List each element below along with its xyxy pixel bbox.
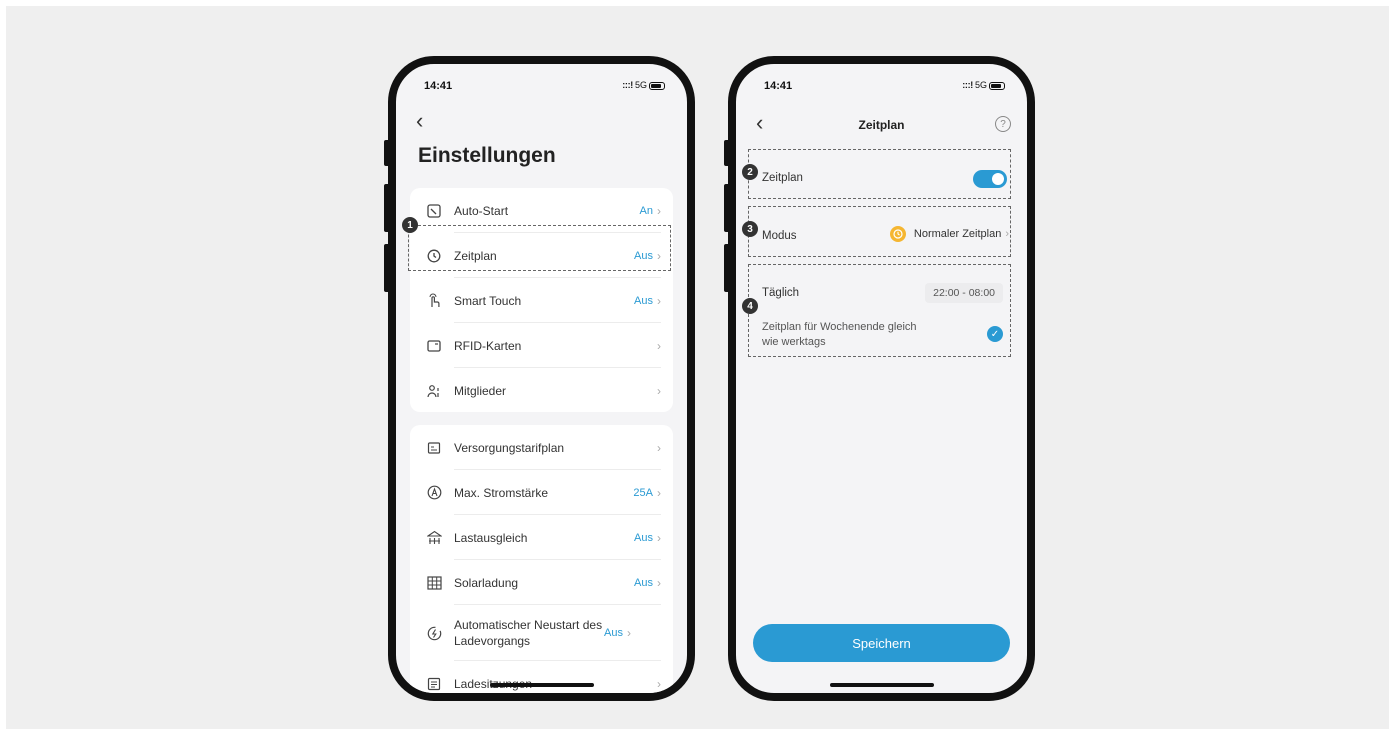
settings-row-tarif[interactable]: Versorgungstarifplan › <box>410 425 673 470</box>
row-label: Automatischer Neustart des Ladevorgangs <box>454 618 603 648</box>
settings-row-mitglieder[interactable]: Mitglieder › <box>410 368 673 413</box>
help-icon[interactable]: ? <box>995 116 1011 132</box>
back-button[interactable]: ‹ <box>416 110 423 132</box>
row-label: Lastausgleich <box>454 530 528 545</box>
status-time: 14:41 <box>764 80 793 92</box>
row-label: Mitglieder <box>454 383 507 398</box>
highlight-zeitplan-row <box>408 225 671 271</box>
status-bar: 14:41 :::! 5G <box>418 80 667 94</box>
row-value: Aus <box>634 294 653 307</box>
row-label: Auto-Start <box>454 203 509 218</box>
chevron-right-icon: › <box>626 626 631 640</box>
chevron-right-icon: › <box>657 338 661 353</box>
row-value: Aus <box>634 531 653 544</box>
row-label: Smart Touch <box>454 293 522 308</box>
row-label: Max. Stromstärke <box>454 485 549 500</box>
chevron-right-icon: › <box>657 676 661 691</box>
settings-row-max-strom[interactable]: Max. Stromstärke 25A › <box>410 470 673 515</box>
settings-row-auto-neustart[interactable]: Automatischer Neustart des Ladevorgangs … <box>410 605 673 661</box>
step-badge-1: 1 <box>402 217 418 233</box>
auto-start-icon <box>426 203 442 219</box>
step-badge-3: 3 <box>742 221 758 237</box>
settings-row-rfid[interactable]: RFID-Karten › <box>410 323 673 368</box>
chevron-right-icon: › <box>657 575 661 590</box>
row-label: RFID-Karten <box>454 338 522 353</box>
chevron-right-icon: › <box>657 203 661 218</box>
network-label: 5G <box>974 80 987 90</box>
status-bar: 14:41 :::! 5G <box>758 80 1007 94</box>
settings-row-ladesitzungen[interactable]: Ladesitzungen › <box>410 661 673 693</box>
status-time: 14:41 <box>424 80 453 92</box>
chevron-right-icon: › <box>657 383 661 398</box>
phone-settings: 14:41 :::! 5G ‹ Einstellungen Auto-Start… <box>388 56 695 701</box>
canvas: 14:41 :::! 5G ‹ Einstellungen Auto-Start… <box>6 6 1389 729</box>
step-badge-4: 4 <box>742 298 758 314</box>
members-icon <box>426 383 442 399</box>
settings-group-1: Auto-Start An › Zeitplan Aus › Smart Tou… <box>410 188 673 412</box>
battery-icon <box>649 82 665 90</box>
signal-icon: :::! <box>622 80 633 90</box>
ampere-icon <box>426 485 442 501</box>
tariff-icon <box>426 440 442 456</box>
load-balance-icon <box>426 530 442 546</box>
settings-group-2: Versorgungstarifplan › Max. Stromstärke … <box>410 425 673 693</box>
rfid-card-icon <box>426 338 442 354</box>
row-value: Aus <box>634 576 653 589</box>
chevron-right-icon: › <box>657 440 661 455</box>
highlight-daily <box>748 264 1011 357</box>
battery-icon <box>989 82 1005 90</box>
row-value: 25A <box>633 486 653 499</box>
touch-hand-icon <box>426 293 442 309</box>
page-title: Zeitplan <box>858 118 905 132</box>
solar-panel-icon <box>426 575 442 591</box>
settings-row-lastausgleich[interactable]: Lastausgleich Aus › <box>410 515 673 560</box>
page-title: Einstellungen <box>418 144 556 167</box>
settings-row-solarladung[interactable]: Solarladung Aus › <box>410 560 673 605</box>
signal-icon: :::! <box>962 80 973 90</box>
row-label: Solarladung <box>454 575 519 590</box>
highlight-schedule-toggle <box>748 149 1011 199</box>
save-button[interactable]: Speichern <box>753 624 1010 662</box>
home-indicator <box>829 683 934 687</box>
row-value: Aus <box>604 627 623 639</box>
row-value: An <box>639 204 653 217</box>
chevron-right-icon: › <box>657 485 661 500</box>
chevron-right-icon: › <box>657 293 661 308</box>
row-label: Versorgungstarifplan <box>454 440 565 455</box>
sessions-icon <box>426 676 442 692</box>
chevron-right-icon: › <box>657 530 661 545</box>
step-badge-2: 2 <box>742 164 758 180</box>
restart-charging-icon <box>426 625 442 641</box>
network-label: 5G <box>634 80 647 90</box>
settings-row-smart-touch[interactable]: Smart Touch Aus › <box>410 278 673 323</box>
highlight-mode <box>748 206 1011 257</box>
home-indicator <box>489 683 594 687</box>
